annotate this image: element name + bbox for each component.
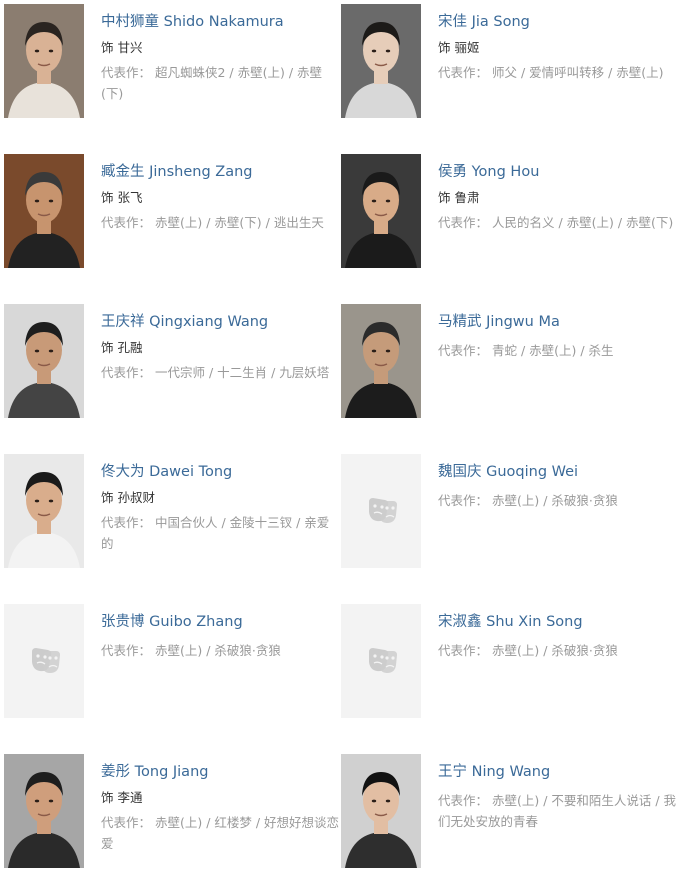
cast-info: 王庆祥 Qingxiang Wang 饰 孔融代表作： 一代宗师 / 十二生肖 /… (101, 312, 341, 383)
actor-name-link[interactable]: 侯勇 Yong Hou (438, 162, 678, 182)
works-label: 代表作： (438, 643, 489, 658)
actor-photo[interactable] (4, 754, 84, 868)
actor-name-link[interactable]: 马精武 Jingwu Ma (438, 312, 678, 332)
representative-works: 代表作： 赤壁(上) / 杀破狼·贪狼 (438, 640, 678, 661)
works-label: 代表作： (438, 343, 489, 358)
actor-photo[interactable] (4, 154, 84, 268)
actor-role: 饰 甘兴 (101, 40, 143, 55)
works-list: 赤壁(上) / 杀破狼·贪狼 (488, 643, 618, 658)
works-label: 代表作： (101, 365, 152, 380)
representative-works: 代表作： 赤壁(上) / 杀破狼·贪狼 (101, 640, 341, 661)
works-label: 代表作： (101, 65, 152, 80)
cast-card: 王庆祥 Qingxiang Wang 饰 孔融代表作： 一代宗师 / 十二生肖 /… (4, 304, 344, 422)
cast-info: 王宁 Ning Wang 代表作： 赤壁(上) / 不要和陌生人说话 / 我们无处… (438, 762, 678, 832)
actor-name-link[interactable]: 张贵博 Guibo Zhang (101, 612, 341, 632)
actor-photo[interactable] (341, 154, 421, 268)
representative-works: 代表作： 赤壁(上) / 杀破狼·贪狼 (438, 490, 678, 511)
actor-name-link[interactable]: 中村狮童 Shido Nakamura (101, 12, 341, 32)
cast-info: 侯勇 Yong Hou 饰 鲁肃代表作： 人民的名义 / 赤壁(上) / 赤壁(下… (438, 162, 678, 233)
actor-photo[interactable] (341, 304, 421, 418)
cast-grid: 中村狮童 Shido Nakamura 饰 甘兴代表作： 超凡蜘蛛侠2 / 赤壁(… (0, 0, 700, 876)
works-label: 代表作： (101, 515, 152, 530)
cast-card: 中村狮童 Shido Nakamura 饰 甘兴代表作： 超凡蜘蛛侠2 / 赤壁(… (4, 4, 344, 122)
cast-info: 中村狮童 Shido Nakamura 饰 甘兴代表作： 超凡蜘蛛侠2 / 赤壁(… (101, 12, 341, 104)
cast-info: 魏国庆 Guoqing Wei 代表作： 赤壁(上) / 杀破狼·贪狼 (438, 462, 678, 511)
cast-card: 臧金生 Jinsheng Zang 饰 张飞代表作： 赤壁(上) / 赤壁(下) … (4, 154, 344, 272)
works-label: 代表作： (438, 493, 489, 508)
cast-info: 佟大为 Dawei Tong 饰 孙叔财代表作： 中国合伙人 / 金陵十三钗 / … (101, 462, 341, 554)
cast-info: 臧金生 Jinsheng Zang 饰 张飞代表作： 赤壁(上) / 赤壁(下) … (101, 162, 341, 233)
works-list: 师父 / 爱情呼叫转移 / 赤壁(上) (488, 65, 664, 80)
works-label: 代表作： (438, 65, 489, 80)
works-list: 一代宗师 / 十二生肖 / 九层妖塔 (151, 365, 330, 380)
actor-role: 饰 张飞 (101, 190, 143, 205)
actor-photo[interactable] (341, 754, 421, 868)
cast-info: 张贵博 Guibo Zhang 代表作： 赤壁(上) / 杀破狼·贪狼 (101, 612, 341, 661)
works-label: 代表作： (101, 215, 152, 230)
representative-works: 代表作： 赤壁(上) / 不要和陌生人说话 / 我们无处安放的青春 (438, 790, 678, 832)
theater-mask-icon[interactable] (4, 604, 84, 718)
works-label: 代表作： (101, 815, 152, 830)
actor-name-link[interactable]: 姜彤 Tong Jiang (101, 762, 341, 782)
cast-info: 宋佳 Jia Song 饰 骊姬代表作： 师父 / 爱情呼叫转移 / 赤壁(上) (438, 12, 678, 83)
actor-name-link[interactable]: 王庆祥 Qingxiang Wang (101, 312, 341, 332)
actor-name-link[interactable]: 宋淑鑫 Shu Xin Song (438, 612, 678, 632)
representative-works: 代表作： 青蛇 / 赤壁(上) / 杀生 (438, 340, 678, 361)
cast-info: 马精武 Jingwu Ma 代表作： 青蛇 / 赤壁(上) / 杀生 (438, 312, 678, 361)
representative-works: 代表作： 师父 / 爱情呼叫转移 / 赤壁(上) (438, 62, 678, 83)
actor-photo[interactable] (4, 304, 84, 418)
cast-info: 宋淑鑫 Shu Xin Song 代表作： 赤壁(上) / 杀破狼·贪狼 (438, 612, 678, 661)
works-list: 赤壁(上) / 杀破狼·贪狼 (151, 643, 281, 658)
cast-card: 侯勇 Yong Hou 饰 鲁肃代表作： 人民的名义 / 赤壁(上) / 赤壁(下… (341, 154, 681, 272)
works-label: 代表作： (438, 215, 489, 230)
actor-role: 饰 孔融 (101, 340, 143, 355)
works-label: 代表作： (438, 793, 489, 808)
cast-info: 姜彤 Tong Jiang 饰 李通代表作： 赤壁(上) / 红楼梦 / 好想好想… (101, 762, 341, 854)
actor-role: 饰 李通 (101, 790, 143, 805)
works-list: 青蛇 / 赤壁(上) / 杀生 (488, 343, 614, 358)
cast-card: 王宁 Ning Wang 代表作： 赤壁(上) / 不要和陌生人说话 / 我们无处… (341, 754, 681, 872)
actor-name-link[interactable]: 王宁 Ning Wang (438, 762, 678, 782)
representative-works: 代表作： 赤壁(上) / 赤壁(下) / 逃出生天 (101, 212, 341, 233)
cast-card: 张贵博 Guibo Zhang 代表作： 赤壁(上) / 杀破狼·贪狼 (4, 604, 344, 722)
representative-works: 代表作： 人民的名义 / 赤壁(上) / 赤壁(下) (438, 212, 678, 233)
cast-card: 宋淑鑫 Shu Xin Song 代表作： 赤壁(上) / 杀破狼·贪狼 (341, 604, 681, 722)
cast-card: 马精武 Jingwu Ma 代表作： 青蛇 / 赤壁(上) / 杀生 (341, 304, 681, 422)
cast-card: 姜彤 Tong Jiang 饰 李通代表作： 赤壁(上) / 红楼梦 / 好想好想… (4, 754, 344, 872)
cast-card: 魏国庆 Guoqing Wei 代表作： 赤壁(上) / 杀破狼·贪狼 (341, 454, 681, 572)
theater-mask-icon[interactable] (341, 454, 421, 568)
representative-works: 代表作： 超凡蜘蛛侠2 / 赤壁(上) / 赤壁(下) (101, 62, 341, 104)
theater-mask-icon[interactable] (341, 604, 421, 718)
cast-card: 佟大为 Dawei Tong 饰 孙叔财代表作： 中国合伙人 / 金陵十三钗 / … (4, 454, 344, 572)
representative-works: 代表作： 一代宗师 / 十二生肖 / 九层妖塔 (101, 362, 341, 383)
works-label: 代表作： (101, 643, 152, 658)
actor-name-link[interactable]: 魏国庆 Guoqing Wei (438, 462, 678, 482)
works-list: 赤壁(上) / 赤壁(下) / 逃出生天 (151, 215, 324, 230)
cast-card: 宋佳 Jia Song 饰 骊姬代表作： 师父 / 爱情呼叫转移 / 赤壁(上) (341, 4, 681, 122)
actor-name-link[interactable]: 宋佳 Jia Song (438, 12, 678, 32)
actor-photo[interactable] (4, 4, 84, 118)
actor-name-link[interactable]: 佟大为 Dawei Tong (101, 462, 341, 482)
works-list: 赤壁(上) / 杀破狼·贪狼 (488, 493, 618, 508)
actor-role: 饰 孙叔财 (101, 490, 155, 505)
actor-role: 饰 骊姬 (438, 40, 480, 55)
representative-works: 代表作： 赤壁(上) / 红楼梦 / 好想好想谈恋爱 (101, 812, 341, 854)
actor-photo[interactable] (341, 4, 421, 118)
works-list: 人民的名义 / 赤壁(上) / 赤壁(下) (488, 215, 674, 230)
actor-name-link[interactable]: 臧金生 Jinsheng Zang (101, 162, 341, 182)
representative-works: 代表作： 中国合伙人 / 金陵十三钗 / 亲爱的 (101, 512, 341, 554)
actor-photo[interactable] (4, 454, 84, 568)
actor-role: 饰 鲁肃 (438, 190, 480, 205)
